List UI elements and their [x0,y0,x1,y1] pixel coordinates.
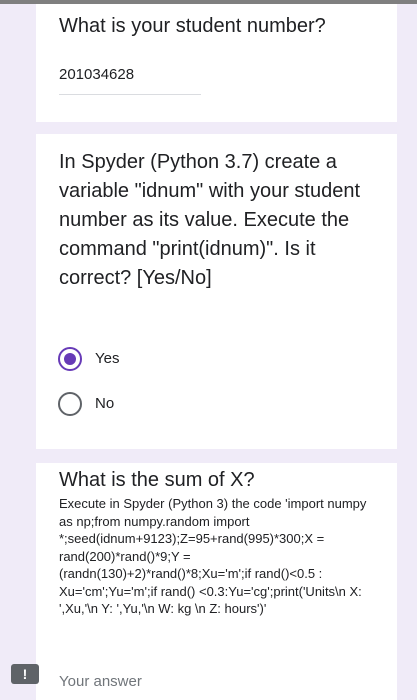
feedback-icon[interactable]: ! [11,664,39,684]
radio-selected-dot [64,353,76,365]
student-number-answer[interactable]: 201034628 [59,66,134,83]
radio-yes[interactable] [58,347,82,371]
question-card-sum-x: What is the sum of X? Execute in Spyder … [36,463,397,700]
question-title: What is the sum of X? [59,469,255,491]
radio-no[interactable] [58,392,82,416]
question-card-idnum: In Spyder (Python 3.7) create a variable… [36,134,397,449]
question-title: In Spyder (Python 3.7) create a variable… [59,151,361,289]
radio-label-no[interactable]: No [95,395,114,412]
question-title: What is your student number? [59,15,326,37]
your-answer-input[interactable]: Your answer [59,673,142,690]
answer-underline [59,94,201,95]
question-description: Execute in Spyder (Python 3) the code 'i… [59,496,367,616]
question-card-student-number: What is your student number? 201034628 [36,4,397,122]
radio-label-yes[interactable]: Yes [95,350,119,367]
